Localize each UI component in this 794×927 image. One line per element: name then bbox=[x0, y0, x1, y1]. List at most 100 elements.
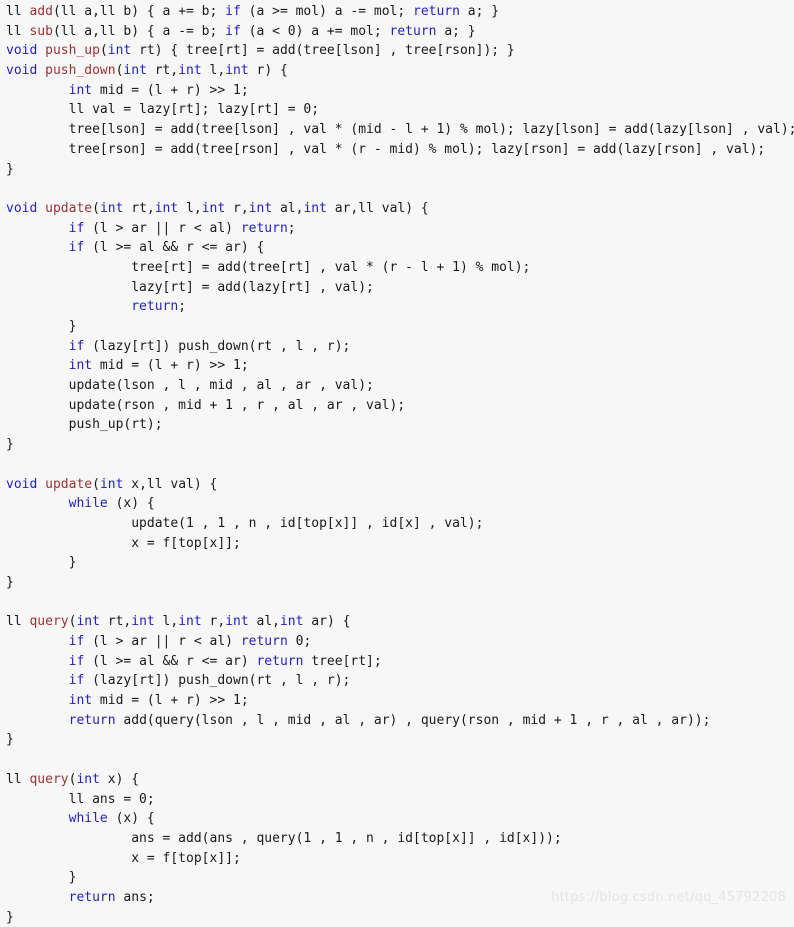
code-line: update(rson , mid + 1 , r , al , ar , va… bbox=[6, 396, 794, 416]
code-token-pln bbox=[6, 811, 69, 826]
code-line: while (x) { bbox=[6, 809, 794, 829]
code-token-pln bbox=[6, 299, 131, 314]
code-token-pln: x = f[top[x]]; bbox=[6, 850, 241, 866]
code-token-kw: void bbox=[6, 200, 38, 216]
code-token-kw: if bbox=[68, 240, 85, 256]
code-token-pln: tree[rson] = add(tree[rson] , val * (r -… bbox=[6, 141, 766, 157]
code-token-kw: int bbox=[303, 200, 327, 216]
code-token-pln: rt) { tree[rt] = add(tree[lson] , tree[r… bbox=[131, 43, 515, 59]
code-token-pln: update(rson , mid + 1 , r , al , ar , va… bbox=[6, 397, 406, 413]
code-token-pln: r, bbox=[225, 200, 249, 216]
code-token-fn: add bbox=[29, 4, 53, 19]
code-token-kw: while bbox=[68, 496, 108, 512]
code-token-fn: query bbox=[29, 614, 69, 630]
code-token-pln: a; } bbox=[436, 23, 476, 39]
code-token-pln: al, bbox=[248, 614, 280, 630]
code-token-pln: rt, bbox=[123, 200, 155, 216]
code-line: ans = add(ans , query(1 , 1 , n , id[top… bbox=[6, 829, 794, 849]
code-token-pln: ar) { bbox=[303, 614, 351, 630]
code-token-kw: return bbox=[256, 653, 304, 669]
code-token-pln bbox=[6, 221, 69, 236]
code-token-fn: push_down bbox=[45, 63, 116, 79]
code-token-kw: return bbox=[68, 712, 116, 728]
code-line: if (lazy[rt]) push_down(rt , l , r); bbox=[6, 337, 794, 357]
code-line: ll val = lazy[rt]; lazy[rt] = 0; bbox=[6, 100, 794, 120]
code-token-pln: (l >= al && r <= ar) bbox=[84, 653, 257, 669]
code-token-kw: if bbox=[68, 220, 85, 236]
code-token-pln: (lazy[rt]) push_down(rt , l , r); bbox=[84, 673, 351, 689]
code-token-kw: void bbox=[6, 476, 38, 492]
code-line: } bbox=[6, 868, 794, 888]
code-line: } bbox=[6, 730, 794, 750]
code-token-kw: int bbox=[225, 63, 249, 79]
code-token-kw: int bbox=[178, 614, 202, 630]
code-token-pln: ll bbox=[6, 4, 30, 19]
code-token-pln: (a < 0) a += mol; bbox=[240, 23, 390, 39]
code-token-pln: } bbox=[6, 555, 77, 571]
code-line: x = f[top[x]]; bbox=[6, 849, 794, 869]
code-token-kw: int bbox=[123, 63, 147, 79]
code-token-pln: lazy[rt] = add(lazy[rt] , val); bbox=[6, 279, 374, 295]
code-token-kw: int bbox=[131, 614, 155, 630]
code-token-pln: rt, bbox=[99, 614, 132, 630]
code-line: ll sub(ll a,ll b) { a -= b; if (a < 0) a… bbox=[6, 22, 794, 42]
code-token-pln: } bbox=[6, 161, 14, 177]
code-token-pln: ar,ll val) { bbox=[326, 200, 429, 216]
code-token-kw: int bbox=[68, 82, 93, 98]
code-token-pln: ( bbox=[99, 43, 108, 59]
code-token-kw: if bbox=[225, 4, 241, 19]
code-token-kw: int bbox=[201, 200, 226, 216]
code-token-fn: update bbox=[45, 200, 93, 216]
code-token-kw: return bbox=[389, 23, 437, 39]
code-line: } bbox=[6, 553, 794, 573]
code-line: void push_down(int rt,int l,int r) { bbox=[6, 61, 794, 81]
code-token-pln: tree[lson] = add(tree[lson] , val * (mid… bbox=[6, 122, 794, 138]
code-token-pln: r) { bbox=[248, 63, 288, 79]
code-token-kw: return bbox=[413, 4, 460, 19]
code-line: return; bbox=[6, 297, 794, 317]
code-token-kw: int bbox=[279, 614, 304, 630]
code-line: update(1 , 1 , n , id[top[x]] , id[x] , … bbox=[6, 514, 794, 534]
code-token-pln bbox=[6, 890, 69, 905]
code-token-pln: (ll a,ll b) { a -= b; bbox=[52, 23, 226, 39]
code-token-pln: (x) { bbox=[107, 496, 155, 512]
code-token-pln: (a >= mol) a -= mol; bbox=[240, 4, 413, 19]
code-token-pln: ll val = lazy[rt]; lazy[rt] = 0; bbox=[6, 102, 320, 118]
code-token-pln bbox=[37, 63, 45, 78]
code-line: ll query(int x) { bbox=[6, 770, 794, 790]
code-token-pln bbox=[6, 673, 69, 688]
code-token-kw: if bbox=[225, 23, 241, 39]
code-token-pln: ll bbox=[6, 614, 30, 630]
code-listing[interactable]: ll add(ll a,ll b) { a += b; if (a >= mol… bbox=[0, 0, 794, 925]
code-token-pln bbox=[6, 358, 69, 373]
code-line: update(lson , l , mid , al , ar , val); bbox=[6, 376, 794, 396]
code-token-pln: } bbox=[6, 870, 77, 886]
code-token-pln: l, bbox=[201, 63, 226, 79]
code-token-kw: int bbox=[178, 63, 202, 79]
code-token-pln: rt, bbox=[146, 63, 179, 79]
code-token-kw: int bbox=[248, 200, 273, 216]
code-line: void update(int x,ll val) { bbox=[6, 475, 794, 495]
code-token-fn: query bbox=[29, 771, 69, 787]
code-token-pln: ( bbox=[92, 200, 100, 216]
code-token-kw: int bbox=[154, 200, 179, 216]
code-token-kw: int bbox=[225, 614, 249, 630]
code-token-pln: mid = (l + r) >> 1; bbox=[92, 693, 249, 709]
code-line: if (l > ar || r < al) return; bbox=[6, 219, 794, 239]
code-token-pln bbox=[37, 201, 45, 216]
code-line: if (l >= al && r <= ar) return tree[rt]; bbox=[6, 652, 794, 672]
code-token-pln bbox=[37, 43, 45, 58]
code-line: push_up(rt); bbox=[6, 415, 794, 435]
code-token-pln bbox=[6, 634, 69, 649]
code-token-pln: x,ll val) { bbox=[123, 476, 218, 492]
code-token-kw: int bbox=[99, 476, 124, 492]
code-token-pln: (l >= al && r <= ar) { bbox=[84, 240, 265, 256]
code-line: return add(query(lson , l , mid , al , a… bbox=[6, 711, 794, 731]
code-token-pln bbox=[6, 240, 69, 255]
code-token-fn: push_up bbox=[45, 43, 100, 59]
code-token-pln: tree[rt] = add(tree[rt] , val * (r - l +… bbox=[6, 259, 531, 275]
code-token-pln: ll bbox=[6, 771, 30, 787]
code-line: } bbox=[6, 573, 794, 593]
